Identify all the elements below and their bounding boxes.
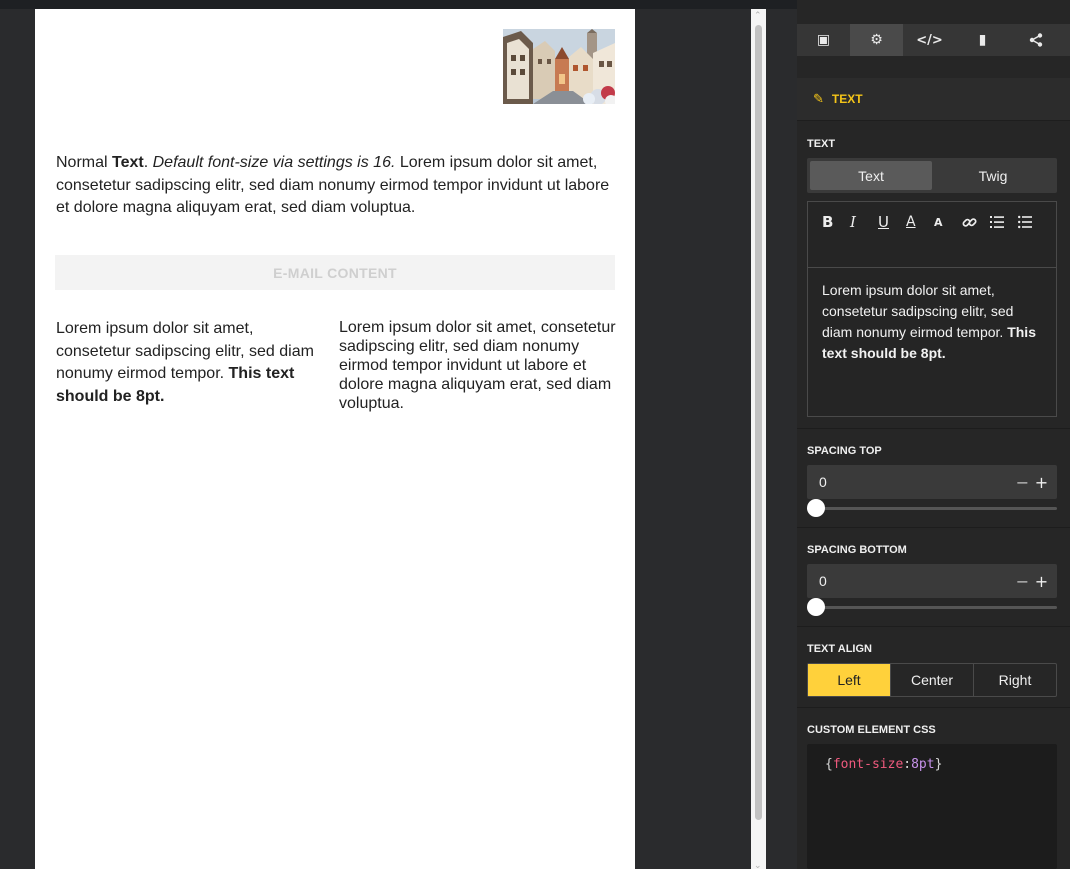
intro-normal-text: Normal — [56, 154, 113, 171]
ordered-list-button[interactable] — [990, 210, 1018, 234]
gear-icon[interactable]: ⚙ — [850, 24, 903, 56]
spacing-bottom-plus-icon[interactable]: + — [1032, 572, 1051, 591]
custom-css-editor[interactable]: {font-size:8pt} — [807, 744, 1057, 869]
left-column-text[interactable]: Lorem ipsum dolor sit amet, consetetur s… — [56, 318, 321, 408]
text-align-label: TEXT ALIGN — [807, 643, 872, 655]
text-section-header[interactable]: ✎ TEXT — [797, 78, 1070, 121]
share-icon[interactable] — [1009, 24, 1062, 56]
editor-content[interactable]: Lorem ipsum dolor sit amet, consetetur s… — [808, 268, 1056, 376]
italic-button[interactable]: I — [850, 210, 878, 234]
text-label: TEXT — [807, 138, 836, 150]
text-color-icon: A — [906, 214, 916, 230]
intro-italic-text: Default font-size via settings is 16. — [152, 154, 396, 171]
hero-image[interactable] — [503, 29, 615, 104]
scroll-down-icon[interactable]: ⌄ — [754, 861, 762, 869]
spacing-top-input[interactable]: 0 — [819, 474, 1013, 490]
unordered-list-button[interactable] — [1018, 210, 1046, 234]
spacing-top-minus-icon[interactable]: − — [1013, 473, 1032, 492]
underline-button[interactable]: U — [878, 210, 906, 234]
editor-plain-text: Lorem ipsum dolor sit amet, consetetur s… — [822, 282, 1014, 340]
panel-toolbar: ▣ ⚙ </> ▮ — [797, 24, 1070, 56]
align-left-button[interactable]: Left — [808, 664, 890, 696]
spacing-bottom-label: SPACING BOTTOM — [807, 544, 907, 556]
bold-button[interactable]: B — [822, 210, 850, 234]
town-street-image — [503, 29, 615, 104]
intro-paragraph[interactable]: Normal Text. Default font-size via setti… — [56, 152, 616, 220]
editor-toolbar: B I U A A — [808, 202, 1056, 268]
rich-text-editor[interactable]: B I U A A Lorem ipsum dolor sit amet, co… — [807, 201, 1057, 417]
spacing-top-label: SPACING TOP — [807, 445, 882, 457]
mobile-icon[interactable]: ▮ — [956, 24, 1009, 56]
unordered-list-icon — [1018, 215, 1032, 229]
spacing-bottom-stepper: 0 − + — [807, 564, 1057, 598]
slider-track — [807, 606, 1057, 609]
divider — [797, 527, 1070, 528]
spacing-bottom-slider[interactable] — [807, 597, 1057, 617]
scroll-up-icon[interactable]: ⌃ — [754, 11, 762, 21]
right-column-text[interactable]: Lorem ipsum dolor sit amet, consetetur s… — [339, 318, 619, 413]
css-property: font-size — [832, 757, 904, 772]
css-colon: : — [903, 757, 912, 772]
css-value: 8pt — [911, 757, 935, 772]
email-canvas: Normal Text. Default font-size via setti… — [35, 9, 635, 869]
share-glyph — [1029, 33, 1042, 47]
edit-text-icon: ✎ — [813, 91, 824, 106]
section-title: TEXT — [831, 92, 863, 106]
scroll-thumb[interactable] — [755, 25, 762, 820]
text-mode-toggle: Text Twig — [807, 158, 1057, 193]
link-button[interactable] — [962, 210, 990, 234]
intro-bold-text: Text — [112, 154, 144, 171]
layout-icon[interactable]: ▣ — [797, 24, 850, 56]
divider — [797, 707, 1070, 708]
css-close-brace: } — [934, 757, 943, 772]
code-icon[interactable]: </> — [903, 24, 956, 56]
settings-panel: ▣ ⚙ </> ▮ ✎ TEXT TEXT Text Twig B I U A … — [797, 0, 1070, 869]
align-right-button[interactable]: Right — [973, 664, 1056, 696]
text-mode-text[interactable]: Text — [810, 161, 932, 190]
link-icon — [962, 217, 977, 227]
text-color-button[interactable]: A — [906, 210, 934, 234]
css-open-brace: { — [825, 757, 833, 772]
slider-handle[interactable] — [807, 598, 825, 616]
spacing-bottom-input[interactable]: 0 — [819, 573, 1013, 589]
divider — [797, 626, 1070, 627]
text-align-group: Left Center Right — [807, 663, 1057, 697]
ordered-list-icon — [990, 216, 1004, 228]
email-content-placeholder[interactable]: E-MAIL CONTENT — [55, 255, 615, 290]
slider-track — [807, 507, 1057, 510]
slider-handle[interactable] — [807, 499, 825, 517]
spacing-bottom-minus-icon[interactable]: − — [1013, 572, 1032, 591]
spacing-top-stepper: 0 − + — [807, 465, 1057, 499]
background-color-button[interactable]: A — [934, 210, 962, 234]
canvas-scrollbar[interactable]: ⌃ ⌄ — [751, 9, 766, 869]
background-color-icon: A — [934, 215, 943, 229]
custom-css-label: CUSTOM ELEMENT CSS — [807, 724, 936, 736]
intro-dot: . — [143, 154, 153, 171]
spacing-top-slider[interactable] — [807, 498, 1057, 518]
align-center-button[interactable]: Center — [890, 664, 973, 696]
text-mode-twig[interactable]: Twig — [932, 161, 1054, 190]
divider — [797, 428, 1070, 429]
spacing-top-plus-icon[interactable]: + — [1032, 473, 1051, 492]
